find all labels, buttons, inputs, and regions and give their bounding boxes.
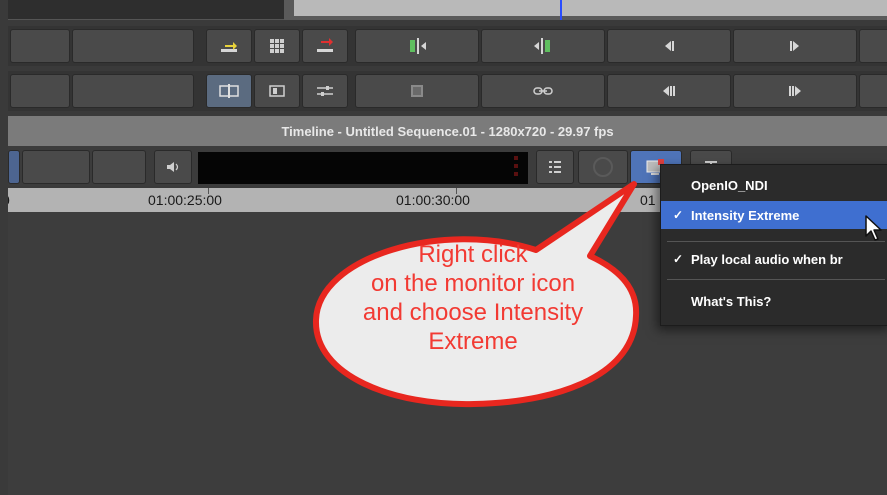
monitor-split-icon [219,84,239,98]
monitor-context-menu: OpenIO_NDI ✓ Intensity Extreme ✓ Play lo… [660,164,887,326]
menu-item-openio-ndi[interactable]: OpenIO_NDI [661,171,887,199]
mouse-cursor-icon [865,215,882,241]
grid-button[interactable] [254,29,300,63]
track-patch-area [8,0,284,20]
menu-item-play-local-audio[interactable]: ✓ Play local audio when br [661,245,887,273]
splice-in-button[interactable] [355,29,479,63]
blank-button-1[interactable] [10,29,70,63]
menu-item-intensity-extreme[interactable]: ✓ Intensity Extreme [661,201,887,229]
sliders-button[interactable] [302,74,348,108]
lift-button[interactable] [206,29,252,63]
frame-forward-button[interactable] [733,74,857,108]
clip-frame-button[interactable] [355,74,479,108]
speaker-icon [167,162,179,172]
menu-item-label: Intensity Extreme [691,207,800,223]
overwrite-icon [534,38,550,54]
extract-button[interactable] [302,29,348,63]
callout-line: and choose Intensity [362,299,584,326]
step-back-button[interactable] [607,29,731,63]
toolbar-blank-1[interactable] [22,150,90,184]
grid-icon [270,39,284,53]
menu-item-label: OpenIO_NDI [691,177,768,193]
link-button[interactable] [481,74,605,108]
monitor-split-button[interactable] [206,74,252,108]
overflow-button-2[interactable] [859,74,887,108]
timecode-label: 0 [8,192,10,208]
window-title-bar: Timeline - Untitled Sequence.01 - 1280x7… [8,116,887,146]
clip-frame-icon [411,85,423,97]
menu-item-whats-this[interactable]: What's This? [661,287,887,315]
ruler-tick [208,188,209,194]
window-title: Timeline - Untitled Sequence.01 - 1280x7… [281,123,614,139]
blank-button-2[interactable] [72,29,194,63]
menu-list-icon [549,161,561,173]
speaker-button[interactable] [154,150,192,184]
overflow-button-1[interactable] [859,29,887,63]
meter-led [514,164,518,168]
playhead-marker[interactable] [560,0,562,20]
menu-separator [667,279,885,280]
lift-icon [221,42,237,52]
menu-item-label: Play local audio when br [691,251,843,267]
callout-line: Extreme [428,328,518,355]
frame-back-button[interactable] [607,74,731,108]
callout-text: Right click on the monitor icon and choo… [320,240,626,356]
blank-button-4[interactable] [72,74,194,108]
meter-led [514,156,518,160]
link-icon [533,87,553,95]
toolbar-blank-2[interactable] [92,150,146,184]
frame-forward-icon [789,86,801,96]
callout-line: Right click [418,241,528,268]
overwrite-button[interactable] [481,29,605,63]
menu-separator [667,241,885,242]
checkmark-icon: ✓ [673,252,684,266]
step-forward-icon [790,41,799,51]
frame-back-icon [663,86,675,96]
callout-line: on the monitor icon [370,270,576,297]
sliders-icon [317,86,333,96]
step-back-icon [665,41,674,51]
checkmark-icon: ✓ [673,208,684,222]
record-icon [593,157,613,177]
top-timeline-strip [8,0,887,20]
toolbar-row-1 [8,26,887,66]
track-selector-button[interactable] [8,150,20,184]
extract-icon [317,38,333,52]
editor-window: Timeline - Untitled Sequence.01 - 1280x7… [8,0,887,495]
menu-item-label: What's This? [691,293,772,309]
monitor-single-icon [269,85,285,97]
timecode-label: 01:00:25:00 [148,192,222,208]
step-forward-button[interactable] [733,29,857,63]
mini-timeline[interactable] [294,0,887,16]
toolbar-row-2 [8,71,887,111]
splice-in-icon [410,38,426,54]
blank-button-3[interactable] [10,74,70,108]
monitor-single-button[interactable] [254,74,300,108]
